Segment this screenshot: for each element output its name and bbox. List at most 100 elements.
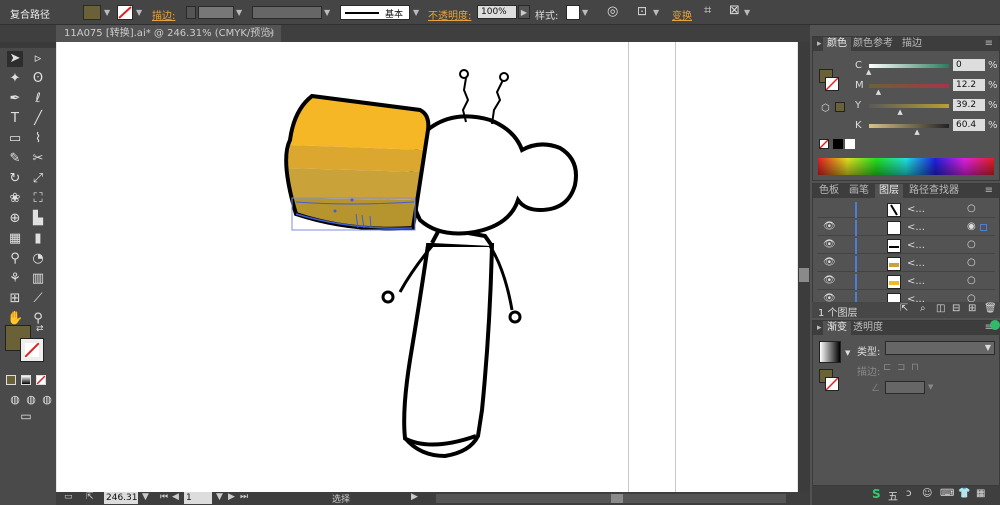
none-swatch[interactable] bbox=[819, 139, 829, 149]
direct-selection-tool-icon[interactable]: ▹ bbox=[30, 51, 46, 67]
export-assets-icon[interactable]: ⇱ bbox=[900, 303, 908, 314]
angle-input[interactable] bbox=[885, 381, 925, 394]
gradient-stroke-swatch[interactable] bbox=[825, 377, 839, 391]
chevron-down-icon[interactable]: ▼ bbox=[136, 8, 142, 17]
clothes-icon[interactable]: 👕 bbox=[958, 488, 970, 499]
layer-row[interactable]: 👁 <... ◉ bbox=[817, 220, 995, 236]
document-tab[interactable]: 11A075 [转换].ai* @ 246.31% (CMYK/预览) × bbox=[56, 25, 281, 42]
draw-mode-icon[interactable]: ◍ bbox=[7, 392, 23, 408]
stroke-label[interactable]: 描边: bbox=[152, 7, 175, 22]
channel-value-input[interactable]: 0 bbox=[953, 59, 985, 71]
tab-stroke[interactable]: 描边 bbox=[902, 37, 922, 51]
screen-mode-icon[interactable]: ▭ bbox=[18, 408, 34, 424]
perspective-grid-icon[interactable]: ▙ bbox=[30, 211, 46, 227]
keyboard-icon[interactable]: ⌨ bbox=[940, 488, 954, 499]
artboard[interactable] bbox=[57, 42, 797, 492]
zoom-input[interactable]: 246.31 bbox=[104, 492, 138, 504]
shape-builder-icon[interactable]: ⊕ bbox=[7, 211, 23, 227]
selection-indicator[interactable] bbox=[980, 224, 987, 231]
magic-wand-icon[interactable]: ✦ bbox=[7, 71, 23, 87]
tab-brushes[interactable]: 画笔 bbox=[849, 184, 869, 198]
color-mode-icon[interactable] bbox=[6, 375, 16, 385]
ime-logo-icon[interactable]: S bbox=[872, 487, 881, 501]
eye-icon[interactable]: 👁 bbox=[823, 275, 836, 286]
scale-tool-icon[interactable]: ⤢ bbox=[30, 171, 46, 187]
locate-object-icon[interactable]: ⌕ bbox=[920, 303, 926, 314]
none-mode-icon[interactable] bbox=[36, 375, 46, 385]
stroke-gradient-icon[interactable]: ⊏ bbox=[883, 362, 891, 373]
page-input[interactable]: 1 bbox=[184, 492, 212, 504]
new-layer-icon[interactable]: ⊞ bbox=[968, 303, 976, 314]
tab-color-guide[interactable]: 颜色参考 bbox=[853, 37, 893, 51]
eye-icon[interactable]: 👁 bbox=[823, 257, 836, 268]
draw-behind-icon[interactable]: ◍ bbox=[23, 392, 39, 408]
eyedropper-icon[interactable]: ⚲ bbox=[7, 251, 23, 267]
eye-icon[interactable]: 👁 bbox=[823, 239, 836, 250]
in-gamut-swatch[interactable] bbox=[835, 102, 845, 112]
slider-thumb[interactable]: ▲ bbox=[914, 128, 919, 136]
slider-thumb[interactable]: ▲ bbox=[897, 108, 902, 116]
slice-tool-icon[interactable]: ⟋ bbox=[30, 291, 46, 307]
horizontal-scrollbar[interactable] bbox=[436, 494, 786, 503]
pen-tool-icon[interactable]: ✒ bbox=[7, 91, 23, 107]
line-tool-icon[interactable]: ╱ bbox=[30, 111, 46, 127]
trash-icon[interactable]: 🗑 bbox=[984, 303, 997, 314]
collapse-icon[interactable]: ▸ bbox=[817, 37, 822, 51]
chevron-down-icon[interactable]: ▼ bbox=[216, 492, 223, 502]
tab-layers[interactable]: 图层 bbox=[875, 184, 903, 198]
curvature-tool-icon[interactable]: ℓ bbox=[30, 91, 46, 107]
clipping-mask-icon[interactable]: ◫ bbox=[936, 303, 945, 314]
gradient-type-select[interactable]: ▼ bbox=[885, 341, 995, 355]
pencil-tool-icon[interactable]: ✎ bbox=[7, 151, 23, 167]
last-page-icon[interactable]: ⏭ bbox=[240, 492, 248, 502]
chevron-down-icon[interactable]: ▼ bbox=[653, 8, 659, 17]
color-spectrum[interactable] bbox=[818, 158, 994, 175]
chevron-down-icon[interactable]: ▼ bbox=[845, 349, 850, 357]
fill-swatch[interactable] bbox=[83, 5, 101, 20]
stroke-weight-stepper[interactable] bbox=[186, 6, 196, 19]
target-icon[interactable]: ○ bbox=[967, 275, 976, 286]
channel-value-input[interactable]: 60.4 bbox=[953, 119, 985, 131]
tab-color[interactable]: 颜色 bbox=[823, 37, 851, 51]
emoji-icon[interactable]: ☺ bbox=[922, 488, 932, 499]
prev-page-icon[interactable]: ◀ bbox=[172, 492, 179, 502]
layer-row[interactable]: 👁 <... ○ bbox=[817, 238, 995, 254]
export-icon[interactable]: ⇱ bbox=[86, 492, 94, 502]
free-transform-icon[interactable]: ⛶ bbox=[30, 191, 46, 207]
isolate-icon[interactable]: ⌗ bbox=[704, 3, 711, 18]
variable-width-profile[interactable] bbox=[252, 6, 322, 19]
gradient-mode-icon[interactable] bbox=[21, 375, 31, 385]
tab-gradient[interactable]: 渐变 bbox=[823, 321, 851, 335]
brush-definition[interactable]: 基本 bbox=[340, 5, 410, 20]
symbol-sprayer-icon[interactable]: ⚘ bbox=[7, 271, 23, 287]
type-tool-icon[interactable]: T bbox=[7, 111, 23, 127]
grid-icon[interactable]: ▦ bbox=[976, 488, 985, 499]
black-swatch[interactable] bbox=[833, 139, 843, 149]
target-icon[interactable]: ○ bbox=[967, 239, 976, 250]
layer-row[interactable]: <... ○ bbox=[817, 202, 995, 218]
assistant-badge[interactable] bbox=[990, 320, 1000, 330]
panel-menu-icon[interactable]: ≡ bbox=[985, 184, 993, 198]
vertical-scrollbar[interactable] bbox=[798, 42, 810, 492]
layer-row[interactable]: 👁 <... ○ bbox=[817, 256, 995, 272]
close-icon[interactable]: × bbox=[267, 25, 275, 42]
mesh-tool-icon[interactable]: ▦ bbox=[7, 231, 23, 247]
transform-label[interactable]: 变换 bbox=[672, 7, 692, 22]
selection-tool-icon[interactable]: ➤ bbox=[7, 51, 23, 67]
white-swatch[interactable] bbox=[845, 139, 855, 149]
scroll-thumb[interactable] bbox=[799, 268, 809, 282]
target-icon[interactable]: ◉ bbox=[967, 221, 976, 232]
chevron-down-icon[interactable]: ▼ bbox=[928, 383, 933, 391]
stroke-gradient-icon[interactable]: ⊓ bbox=[911, 362, 919, 373]
channel-slider[interactable] bbox=[869, 104, 949, 108]
chevron-down-icon[interactable]: ▼ bbox=[744, 8, 750, 17]
tab-transparency[interactable]: 透明度 bbox=[853, 321, 883, 335]
rotate-tool-icon[interactable]: ↻ bbox=[7, 171, 23, 187]
envelope-icon[interactable]: ⊠ bbox=[729, 3, 740, 18]
target-icon[interactable]: ○ bbox=[967, 203, 976, 214]
new-sublayer-icon[interactable]: ⊟ bbox=[952, 303, 960, 314]
first-page-icon[interactable]: ⏮ bbox=[160, 492, 168, 502]
opacity-dropdown[interactable]: ▶ bbox=[518, 5, 530, 19]
swap-icon[interactable]: ⇄ bbox=[36, 324, 44, 334]
align-icon[interactable]: ⊡ bbox=[637, 4, 647, 18]
